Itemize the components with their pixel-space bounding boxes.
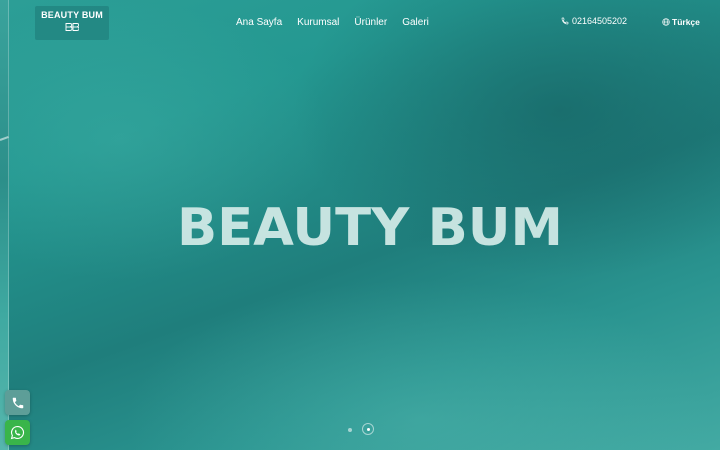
- header-phone-number: 02164505202: [572, 16, 628, 26]
- floating-call-button[interactable]: [5, 390, 30, 415]
- phone-icon: [561, 17, 569, 25]
- language-selector[interactable]: Türkçe: [662, 17, 700, 27]
- globe-icon: [662, 18, 670, 26]
- language-label: Türkçe: [672, 17, 700, 27]
- nav-item-products[interactable]: Ürünler: [354, 17, 387, 28]
- left-edge-strip: [0, 0, 9, 450]
- slider-dot-2-active[interactable]: [362, 423, 374, 435]
- page: BEAUTY BUM Ana Sayfa Kurumsal Ürünler Ga…: [0, 0, 720, 450]
- header-phone-link[interactable]: 02164505202: [561, 16, 627, 26]
- bb-monogram-icon: [65, 23, 79, 31]
- header-logo-text: BEAUTY BUM: [41, 10, 103, 20]
- slider-dot-1[interactable]: [348, 428, 352, 432]
- whatsapp-icon: [10, 425, 25, 440]
- phone-icon: [12, 397, 23, 408]
- nav-item-gallery[interactable]: Galeri: [402, 17, 429, 28]
- slider-pagination: [346, 423, 378, 437]
- nav-item-corporate[interactable]: Kurumsal: [297, 17, 339, 28]
- nav-item-home[interactable]: Ana Sayfa: [236, 17, 282, 28]
- floating-whatsapp-button[interactable]: [5, 420, 30, 445]
- header-logo[interactable]: BEAUTY BUM: [35, 6, 109, 40]
- hero-wordmark-text: BEAUTY BUM: [177, 202, 563, 248]
- hero-wordmark: BEAUTY BUM: [177, 202, 563, 248]
- main-nav: Ana Sayfa Kurumsal Ürünler Galeri: [236, 17, 429, 28]
- header: BEAUTY BUM Ana Sayfa Kurumsal Ürünler Ga…: [0, 0, 720, 44]
